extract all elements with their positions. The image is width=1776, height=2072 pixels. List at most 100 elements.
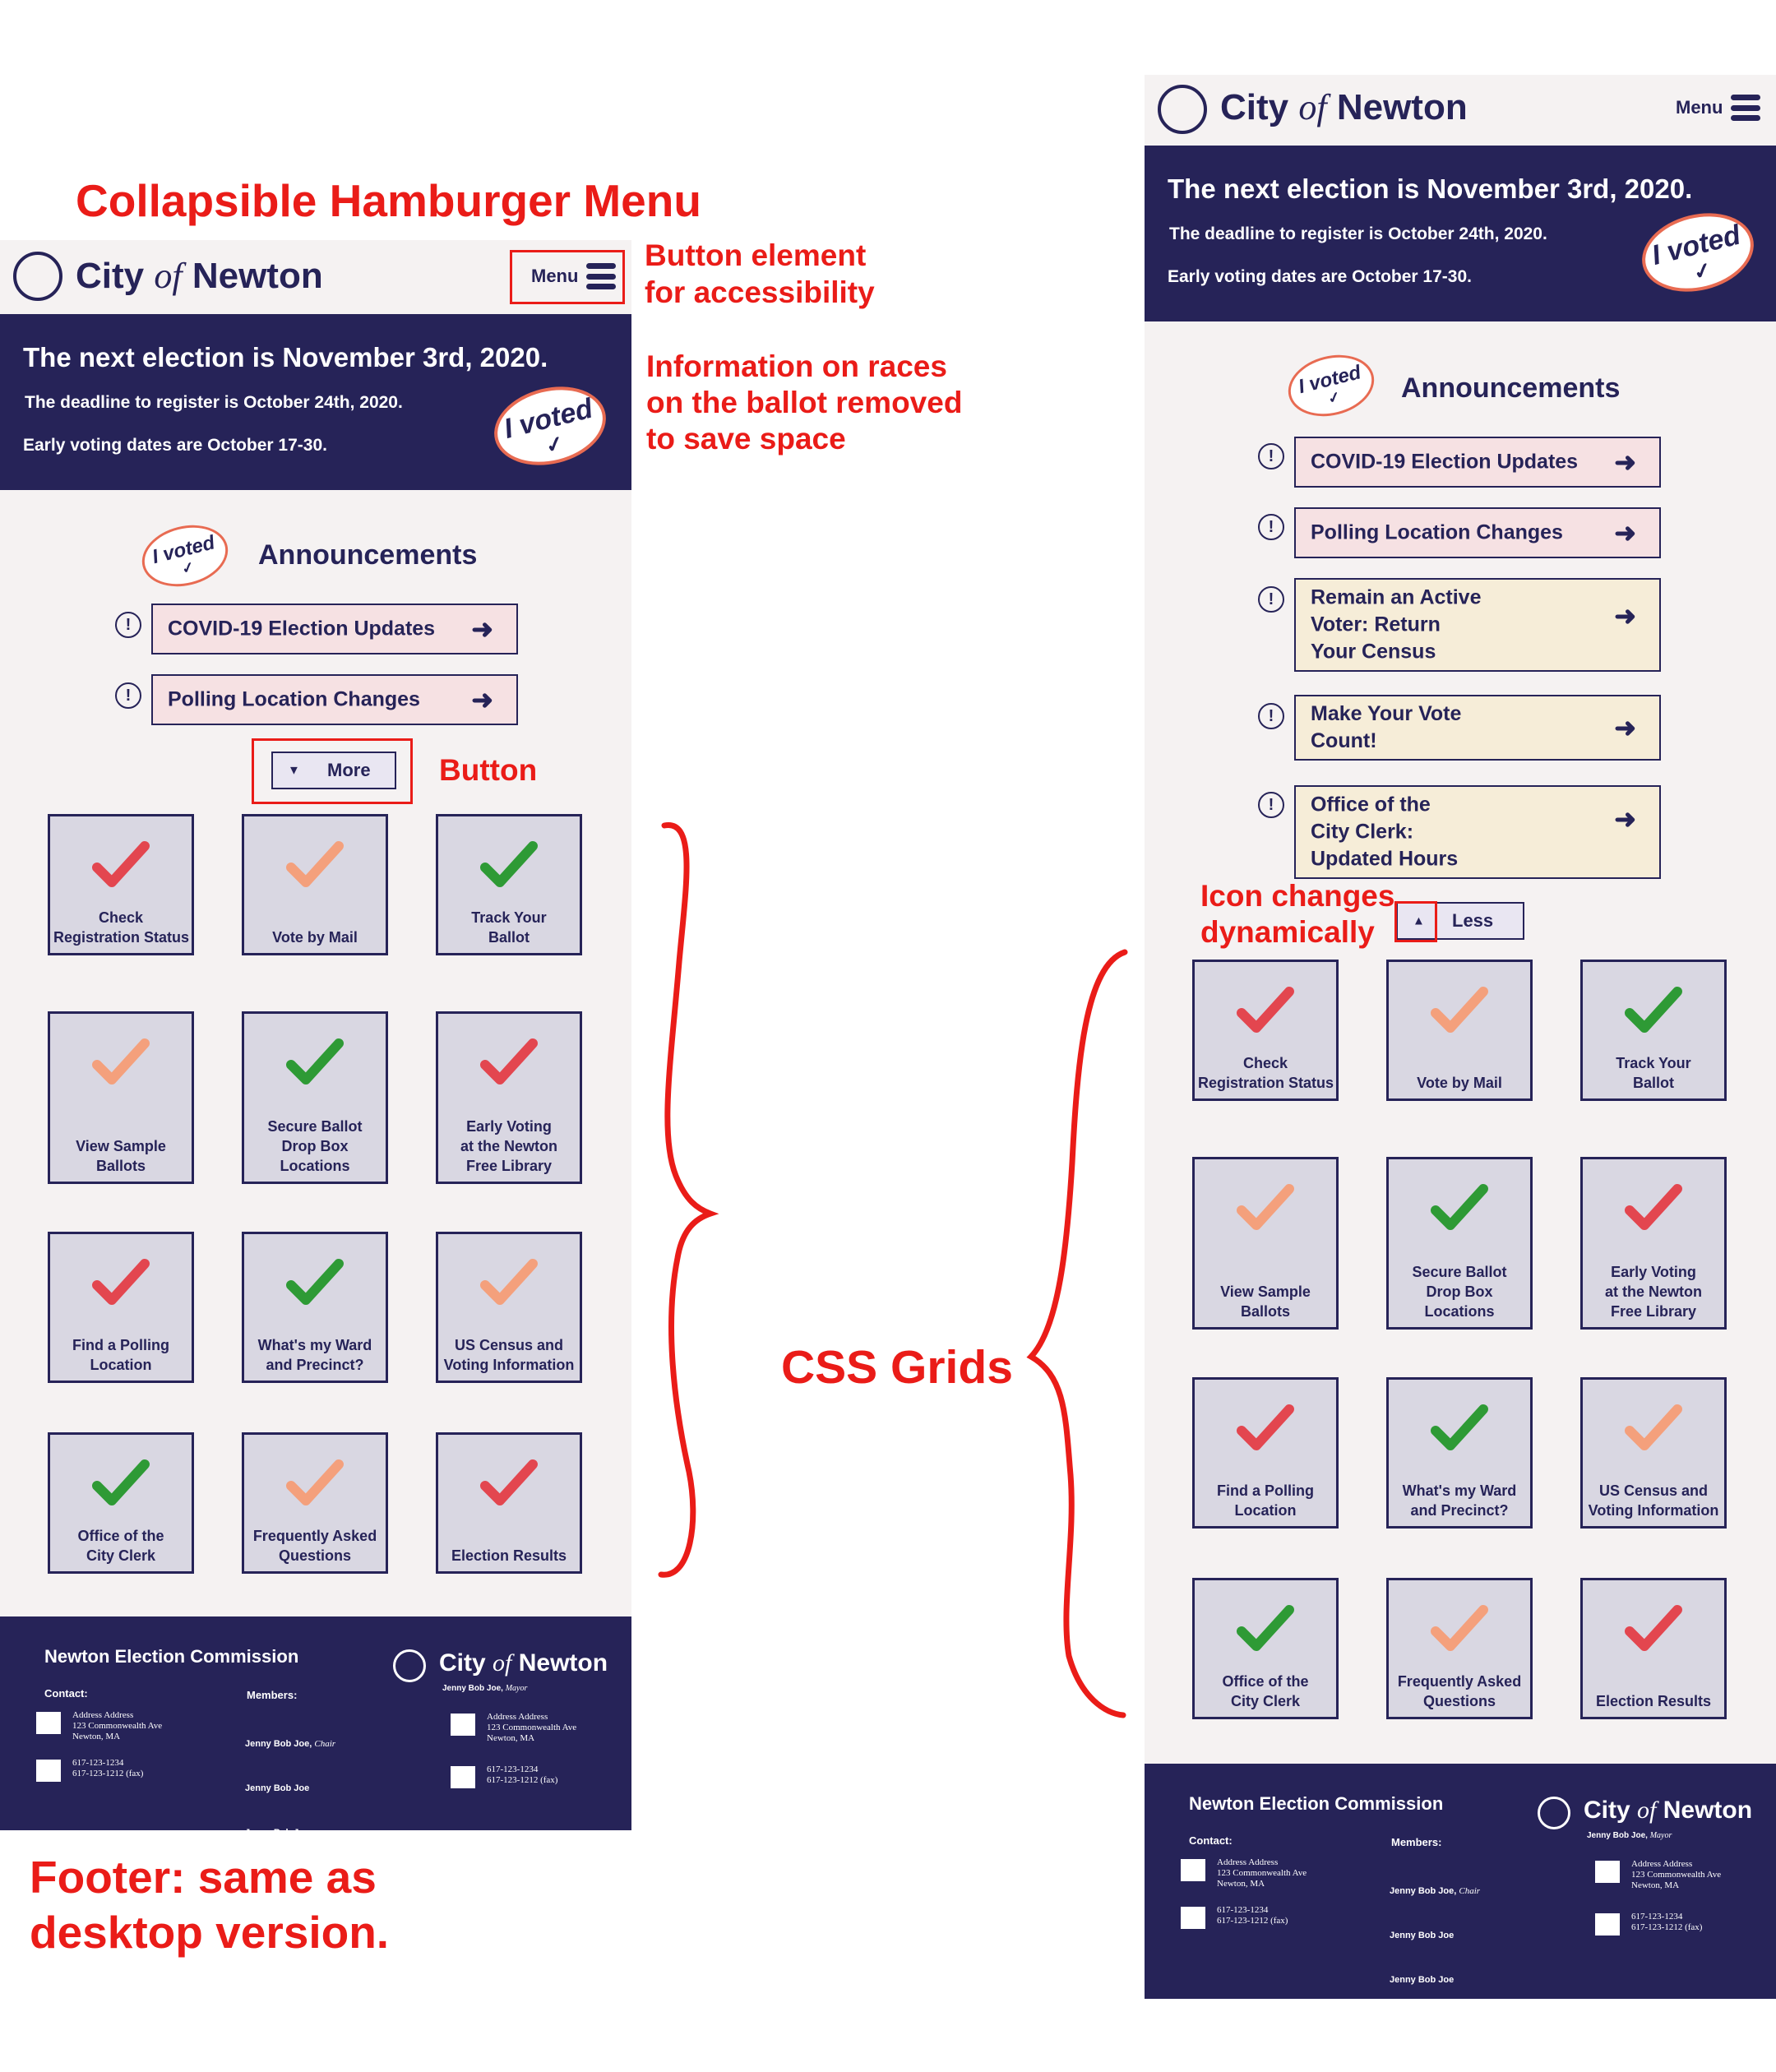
site-footer: Newton Election Commission Contact: Memb…	[0, 1616, 631, 1882]
check-icon	[1625, 1184, 1682, 1230]
announcement-label: COVID-19 Election Updates	[1311, 450, 1579, 474]
mobile-mockup-expanded: City of Newton Menu The next election is…	[1145, 75, 1776, 2029]
address-icon	[1595, 1861, 1620, 1883]
quick-link-tile[interactable]: Secure Ballot Drop Box Locations	[242, 1011, 388, 1184]
check-icon	[1431, 1404, 1488, 1450]
annotation-button: Button	[439, 753, 538, 787]
curly-brace-right	[1026, 949, 1128, 1718]
site-logo[interactable]: City of Newton	[1220, 86, 1468, 128]
quick-link-tile[interactable]: What's my Ward and Precinct?	[242, 1232, 388, 1383]
member-chair: Jenny Bob Joe, Chair	[1390, 1886, 1481, 1896]
check-icon	[1237, 1404, 1294, 1450]
quick-link-tile[interactable]: Vote by Mail	[242, 814, 388, 955]
tile-label: What's my Ward and Precinct?	[1402, 1482, 1517, 1519]
check-icon	[1431, 987, 1488, 1033]
check-icon	[92, 1259, 150, 1305]
tile-label: Secure Ballot Drop Box Locations	[267, 1118, 363, 1174]
alert-icon: !	[1258, 514, 1284, 540]
announcement-label: Polling Location Changes	[1311, 520, 1563, 544]
quick-link-tile[interactable]: Vote by Mail	[1386, 960, 1533, 1101]
check-icon	[286, 1459, 344, 1505]
quick-link-tile[interactable]: Track Your Ballot	[436, 814, 582, 955]
alert-icon: !	[1258, 703, 1284, 729]
tile-label: Find a Polling Location	[1217, 1482, 1314, 1519]
check-icon	[1431, 1184, 1488, 1230]
tile-label: Check Registration Status	[53, 909, 190, 946]
quick-link-tile[interactable]: Check Registration Status	[1192, 960, 1339, 1101]
tile-label: Early Voting at the Newton Free Library	[460, 1118, 557, 1174]
annotation-footer: Footer: same as desktop version.	[30, 1852, 390, 1958]
tile-label: Secure Ballot Drop Box Locations	[1412, 1264, 1507, 1320]
mobile-mockup-collapsed: City of Newton Menu The next election is…	[0, 240, 631, 1882]
footer-commission: Newton Election Commission	[44, 1646, 299, 1667]
quick-link-tile[interactable]: Secure Ballot Drop Box Locations	[1386, 1157, 1533, 1330]
address-icon	[36, 1712, 61, 1734]
quick-link-tile[interactable]: View Sample Ballots	[1192, 1157, 1339, 1330]
announcement-city-clerk[interactable]: Office of the City Clerk: Updated Hours …	[1294, 785, 1661, 879]
announcement-label: Make Your Vote Count!	[1311, 702, 1462, 752]
quick-link-tile[interactable]: Find a Polling Location	[48, 1232, 194, 1383]
footer-logo-circle-icon	[1538, 1797, 1570, 1829]
tile-label: View Sample Ballots	[1220, 1283, 1311, 1320]
quick-link-tile[interactable]: Election Results	[1580, 1578, 1727, 1719]
less-label: Less	[1452, 910, 1494, 931]
annotation-races-removed: Information on races on the ballot remov…	[646, 349, 963, 456]
quick-link-tile[interactable]: US Census and Voting Information	[436, 1232, 582, 1383]
quick-link-tile[interactable]: Frequently Asked Questions	[242, 1432, 388, 1574]
footer-logo: City of Newton	[1584, 1797, 1753, 1824]
announcement-polling-changes[interactable]: Polling Location Changes ➜	[151, 674, 518, 725]
election-banner: The next election is November 3rd, 2020.…	[0, 314, 631, 490]
alert-icon: !	[115, 612, 141, 638]
footer-address: Address Address 123 Commonwealth Ave New…	[72, 1710, 163, 1741]
quick-link-tile[interactable]: Early Voting at the Newton Free Library	[1580, 1157, 1727, 1330]
quick-link-tile[interactable]: Office of the City Clerk	[1192, 1578, 1339, 1719]
tile-label: View Sample Ballots	[76, 1138, 166, 1174]
member: Jenny Bob Joe	[1390, 1975, 1455, 1985]
check-icon	[1237, 1184, 1294, 1230]
quick-link-tile[interactable]: Frequently Asked Questions	[1386, 1578, 1533, 1719]
i-voted-sticker: I voted ✓	[1633, 201, 1763, 303]
tile-label: Early Voting at the Newton Free Library	[1604, 1264, 1702, 1320]
election-banner: The next election is November 3rd, 2020.…	[1145, 146, 1776, 321]
menu-button[interactable]: Menu	[1676, 95, 1761, 121]
logo-city: City	[76, 256, 145, 296]
announcement-covid-updates[interactable]: COVID-19 Election Updates ➜	[1294, 437, 1661, 488]
site-logo[interactable]: City of Newton	[76, 255, 323, 297]
check-icon	[92, 1038, 150, 1085]
announcement-covid-updates[interactable]: COVID-19 Election Updates ➜	[151, 604, 518, 654]
member: Jenny Bob Joe	[245, 1783, 310, 1793]
hamburger-icon	[1731, 95, 1761, 121]
footer-contact-heading: Contact:	[44, 1687, 88, 1700]
quick-link-tile[interactable]: Election Results	[436, 1432, 582, 1574]
arrow-right-icon: ➜	[1614, 518, 1636, 548]
quick-link-tile[interactable]: Office of the City Clerk	[48, 1432, 194, 1574]
logo-of: of	[154, 256, 183, 296]
quick-link-tile[interactable]: US Census and Voting Information	[1580, 1377, 1727, 1529]
announcement-vote-count[interactable]: Make Your Vote Count! ➜	[1294, 695, 1661, 761]
quick-link-tile[interactable]: Check Registration Status	[48, 814, 194, 955]
check-icon	[480, 1038, 538, 1085]
announcement-polling-changes[interactable]: Polling Location Changes ➜	[1294, 507, 1661, 558]
tile-label: Office of the City Clerk	[1222, 1673, 1309, 1709]
quick-link-tile[interactable]: View Sample Ballots	[48, 1011, 194, 1184]
footer-address: Address Address 123 Commonwealth Ave New…	[1631, 1859, 1722, 1890]
check-icon	[480, 841, 538, 887]
footer-address: Address Address 123 Commonwealth Ave New…	[1217, 1857, 1307, 1889]
announcement-census[interactable]: Remain an Active Voter: Return Your Cens…	[1294, 578, 1661, 672]
footer-logo-circle-icon	[393, 1649, 426, 1682]
quick-link-tile[interactable]: What's my Ward and Precinct?	[1386, 1377, 1533, 1529]
annotation-hamburger: Collapsible Hamburger Menu	[76, 175, 701, 226]
banner-early-voting: Early voting dates are October 17-30.	[1168, 267, 1472, 286]
logo-circle-icon	[13, 252, 62, 301]
announcements-title: Announcements	[258, 539, 478, 571]
annotation-box-icon	[1394, 901, 1437, 942]
quick-link-tile[interactable]: Find a Polling Location	[1192, 1377, 1339, 1529]
banner-deadline: The deadline to register is October 24th…	[1169, 224, 1547, 243]
quick-link-tile[interactable]: Track Your Ballot	[1580, 960, 1727, 1101]
footer-phone: 617-123-1234 617-123-1212 (fax)	[1631, 1912, 1703, 1932]
quick-link-tile[interactable]: Early Voting at the Newton Free Library	[436, 1011, 582, 1184]
check-icon	[1431, 1605, 1488, 1651]
member-chair: Jenny Bob Joe, Chair	[245, 1739, 336, 1749]
check-icon	[1625, 1605, 1682, 1651]
check-icon	[286, 1038, 344, 1085]
